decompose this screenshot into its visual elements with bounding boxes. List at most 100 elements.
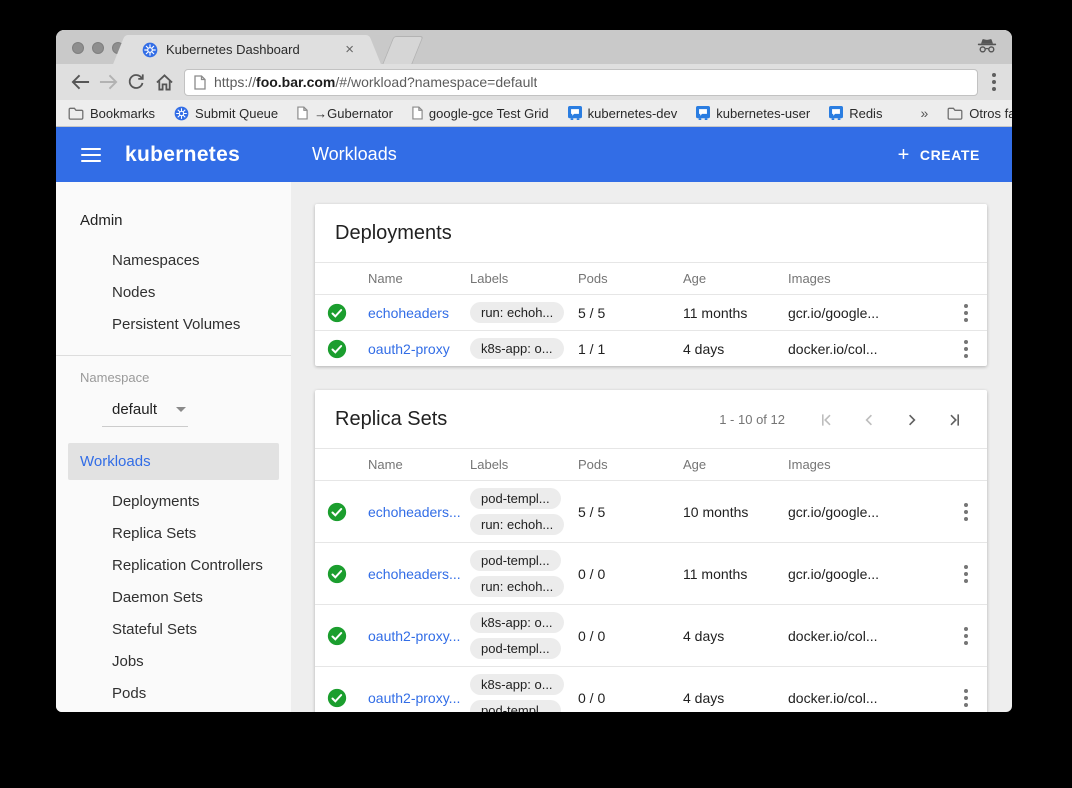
bookmark-test-grid[interactable]: google-gce Test Grid — [412, 106, 549, 121]
label-chip: k8s-app: o... — [470, 612, 564, 633]
table-row: echoheaders run: echoh... 5 / 5 11 month… — [315, 294, 987, 330]
folder-icon — [947, 107, 963, 120]
images-cell: gcr.io/google... — [788, 557, 945, 591]
previous-page-icon[interactable] — [861, 412, 877, 428]
groups-icon — [829, 106, 843, 120]
label-chip: pod-templ... — [470, 638, 561, 659]
sidebar-item-deployments[interactable]: Deployments — [56, 486, 291, 518]
sidebar-item-replica-sets[interactable]: Replica Sets — [56, 518, 291, 550]
pods-cell: 0 / 0 — [578, 681, 683, 713]
page-icon — [412, 106, 423, 120]
status-ok-icon — [315, 303, 359, 323]
replica-set-link[interactable]: echoheaders... — [368, 566, 461, 582]
label-chip: run: echoh... — [470, 514, 564, 535]
row-menu-icon[interactable] — [964, 340, 968, 358]
bookmark-submit-queue[interactable]: Submit Queue — [174, 106, 278, 121]
age-cell: 10 months — [683, 495, 788, 529]
bookmark-bookmarks-folder[interactable]: Bookmarks — [68, 106, 155, 121]
bookmark-gubernator[interactable]: →Gubernator — [297, 106, 393, 121]
images-cell: gcr.io/google... — [788, 495, 945, 529]
status-ok-icon — [315, 564, 359, 584]
main-content: Deployments Name Labels Pods Age Images … — [291, 182, 1012, 712]
label-chip: k8s-app: o... — [470, 674, 564, 695]
new-tab-button[interactable] — [382, 36, 423, 64]
row-menu-icon[interactable] — [964, 627, 968, 645]
column-header-images: Images — [788, 263, 945, 294]
sidebar-item-pods[interactable]: Pods — [56, 678, 291, 710]
next-page-icon[interactable] — [904, 412, 920, 428]
sidebar-item-nodes[interactable]: Nodes — [56, 277, 291, 309]
row-menu-icon[interactable] — [964, 689, 968, 707]
window-controls[interactable] — [72, 42, 124, 54]
hamburger-menu-icon[interactable] — [81, 148, 101, 162]
column-header-name: Name — [359, 449, 470, 480]
browser-menu-icon[interactable] — [992, 73, 996, 91]
table-row: oauth2-proxy k8s-app: o... 1 / 1 4 days … — [315, 330, 987, 366]
row-menu-icon[interactable] — [964, 565, 968, 583]
bookmark-kubernetes-dev[interactable]: kubernetes-dev — [568, 106, 678, 121]
column-header-pods: Pods — [578, 449, 683, 480]
url-path: /#/workload?namespace=default — [335, 74, 537, 90]
replica-sets-card-title: Replica Sets — [335, 408, 719, 431]
deployment-link[interactable]: echoheaders — [368, 305, 449, 321]
browser-tab[interactable]: Kubernetes Dashboard × — [128, 35, 366, 64]
label-chip: run: echoh... — [470, 576, 564, 597]
minimize-window-button[interactable] — [92, 42, 104, 54]
sidebar-item-jobs[interactable]: Jobs — [56, 646, 291, 678]
chevron-down-icon — [176, 407, 186, 412]
home-icon[interactable] — [150, 68, 178, 96]
bookmark-kubernetes-user[interactable]: kubernetes-user — [696, 106, 810, 121]
images-cell: docker.io/col... — [788, 619, 945, 653]
url-text: https://foo.bar.com/#/workload?namespace… — [214, 74, 537, 90]
groups-icon — [696, 106, 710, 120]
replica-set-link[interactable]: echoheaders... — [368, 504, 461, 520]
label-chip: run: echoh... — [470, 302, 564, 323]
close-window-button[interactable] — [72, 42, 84, 54]
status-ok-icon — [315, 626, 359, 646]
bookmarks-overflow-chevron-icon[interactable]: » — [920, 105, 928, 121]
replica-sets-card: Replica Sets 1 - 10 of 12 Name Labels Po… — [315, 390, 987, 712]
create-button[interactable]: + CREATE — [888, 139, 990, 171]
status-ok-icon — [315, 688, 359, 708]
bookmark-redis[interactable]: Redis — [829, 106, 882, 121]
bookmarks-bar: Bookmarks Submit Queue →Gubernator googl… — [56, 100, 1012, 127]
sidebar-item-stateful-sets[interactable]: Stateful Sets — [56, 614, 291, 646]
label-chip: pod-templ... — [470, 550, 561, 571]
sidebar-item-persistent-volumes[interactable]: Persistent Volumes — [56, 309, 291, 341]
images-cell: gcr.io/google... — [788, 296, 945, 330]
deployment-link[interactable]: oauth2-proxy — [368, 341, 450, 357]
namespace-label: Namespace — [56, 368, 291, 395]
age-cell: 11 months — [683, 296, 788, 330]
sidebar-item-daemon-sets[interactable]: Daemon Sets — [56, 582, 291, 614]
age-cell: 4 days — [683, 619, 788, 653]
status-ok-icon — [315, 502, 359, 522]
row-menu-icon[interactable] — [964, 503, 968, 521]
page-icon — [194, 75, 206, 90]
back-icon[interactable] — [66, 68, 94, 96]
forward-icon[interactable] — [94, 68, 122, 96]
replica-set-link[interactable]: oauth2-proxy... — [368, 690, 460, 706]
sidebar-item-replication-controllers[interactable]: Replication Controllers — [56, 550, 291, 582]
tab-strip: Kubernetes Dashboard × — [56, 30, 1012, 64]
namespace-value: default — [112, 401, 157, 418]
first-page-icon[interactable] — [818, 412, 834, 428]
bookmark-otros-favoritos[interactable]: Otros favoritos — [947, 106, 1012, 121]
pods-cell: 0 / 0 — [578, 557, 683, 591]
browser-window: Kubernetes Dashboard × https://foo.bar.c… — [56, 30, 1012, 712]
column-header-labels: Labels — [470, 263, 578, 294]
label-chip: k8s-app: o... — [470, 338, 564, 359]
refresh-icon[interactable] — [122, 68, 150, 96]
tab-title: Kubernetes Dashboard — [166, 42, 343, 57]
sidebar-item-namespaces[interactable]: Namespaces — [56, 245, 291, 277]
replica-set-link[interactable]: oauth2-proxy... — [368, 628, 460, 644]
deployments-card-title: Deployments — [335, 222, 967, 245]
deployments-table-header: Name Labels Pods Age Images — [315, 262, 987, 294]
sidebar-item-workloads[interactable]: Workloads — [68, 443, 279, 480]
namespace-select[interactable]: default — [102, 397, 188, 427]
tab-close-icon[interactable]: × — [343, 43, 356, 57]
sidebar-item-admin[interactable]: Admin — [56, 204, 291, 238]
last-page-icon[interactable] — [947, 412, 963, 428]
row-menu-icon[interactable] — [964, 304, 968, 322]
address-bar[interactable]: https://foo.bar.com/#/workload?namespace… — [184, 69, 978, 96]
table-row: echoheaders... pod-templ... run: echoh..… — [315, 480, 987, 542]
